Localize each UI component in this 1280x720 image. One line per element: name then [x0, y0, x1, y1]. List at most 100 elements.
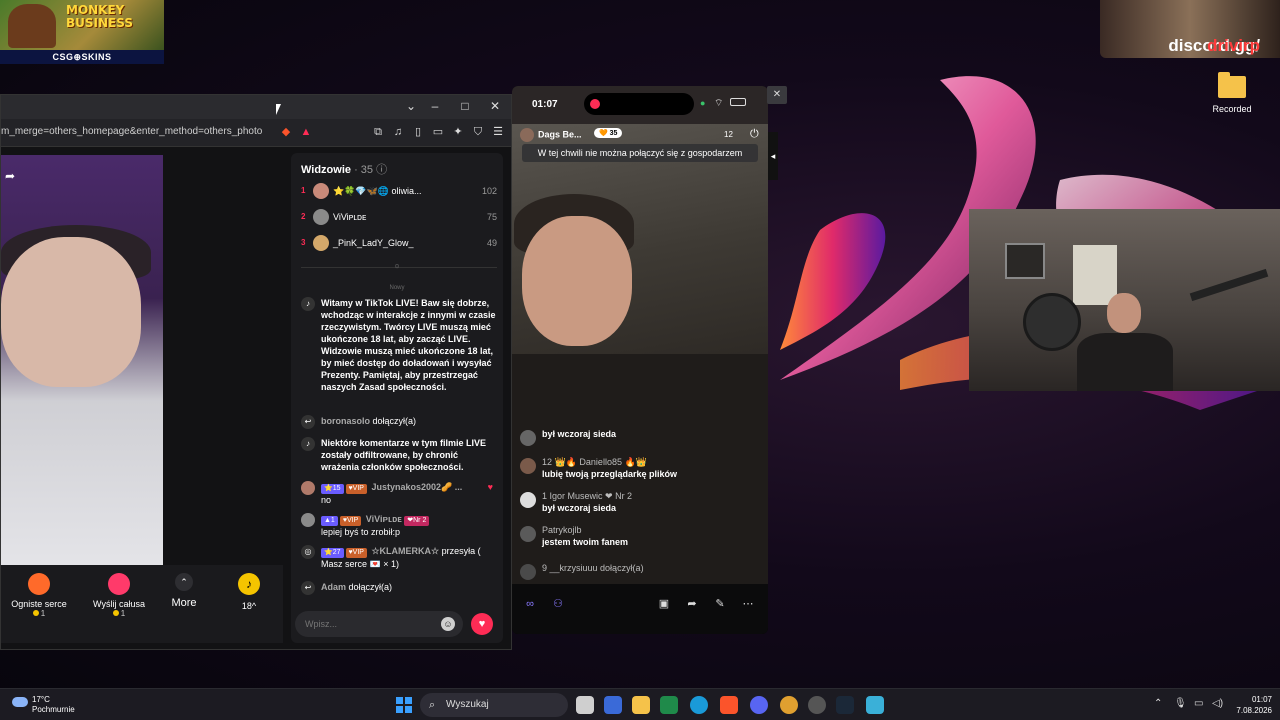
link-icon[interactable]: ∞ — [520, 594, 540, 614]
coins-button[interactable]: ♪ 18^ — [221, 573, 277, 611]
magic-wand-icon[interactable]: ✎ — [710, 594, 730, 614]
gift-cost: 1 — [1, 609, 77, 618]
phone-close-button[interactable]: ✕ — [767, 86, 787, 104]
avatar — [520, 492, 536, 508]
weather-temp: 17°C — [32, 695, 50, 704]
chrome-icon[interactable] — [780, 696, 798, 714]
wall-picture — [1005, 243, 1045, 279]
viewer-count: 12 — [724, 130, 733, 139]
guests-icon[interactable]: ⚇ — [548, 594, 568, 614]
vpn-shield-icon[interactable]: ⛉ — [471, 125, 485, 139]
phone-mirror-window: 01:07 ● ⌔ Dags Be... 🧡 35 12 ⏻ W tej chw… — [512, 86, 768, 634]
coins-label: 18^ — [241, 601, 257, 611]
side-collapse-handle[interactable]: ◂ — [768, 132, 778, 180]
tiktok-icon: ♪ — [301, 297, 315, 311]
taskbar: 17°C Pochmurnie ⌕ Wyszukaj ⌃ 🎙︎ ▭ ◁) 01:0… — [0, 688, 1280, 720]
chevron-down-icon[interactable]: ⌄ — [403, 99, 419, 113]
menu-icon[interactable]: ☰ — [491, 125, 505, 139]
steam-icon[interactable] — [836, 696, 854, 714]
tiktok-icon: ♪ — [301, 437, 315, 451]
viewer-row[interactable]: 3 _PinK_LadY_Glow_ 49 — [301, 235, 497, 253]
leo-ai-icon[interactable]: ✦ — [451, 125, 465, 139]
join-icon: ↩ — [301, 415, 315, 429]
url-text[interactable]: m_merge=others_homepage&enter_method=oth… — [1, 126, 262, 137]
address-bar[interactable]: m_merge=others_homepage&enter_method=oth… — [1, 119, 511, 147]
chat-message[interactable]: ⭐15 ♥VIP Justynakos2002🥜 ... no ♥ — [301, 481, 497, 506]
gift-cost: 1 — [81, 609, 157, 618]
microphone-icon[interactable]: 🎙︎ — [1174, 698, 1187, 709]
search-icon: ⌕ — [429, 699, 436, 711]
avatar — [520, 430, 536, 446]
extensions-icon[interactable]: ⧉ — [371, 125, 385, 139]
phone-live-video[interactable] — [512, 124, 768, 584]
file-explorer-icon[interactable] — [632, 696, 650, 714]
viewer-row[interactable]: 1 ⭐🍀💎🦋🌐 oliwia... 102 — [301, 183, 497, 201]
avatar — [313, 183, 329, 199]
obs-icon[interactable] — [808, 696, 826, 714]
maximize-button[interactable]: □ — [457, 99, 473, 113]
gift-fire-heart[interactable]: Ogniste serce 1 — [1, 573, 77, 618]
like-heart-button[interactable]: ♥ — [471, 613, 493, 635]
stream-overlay-sponsor: MONKEY BUSINESS CSG⊕SKINS — [0, 0, 164, 64]
kiss-lips-icon — [108, 573, 130, 595]
more-gifts-button[interactable]: ⌃ More — [161, 573, 207, 609]
webcam-feed — [969, 209, 1280, 391]
store-icon[interactable] — [604, 696, 622, 714]
dot-icon: ● — [700, 98, 706, 108]
streamer — [1077, 293, 1173, 391]
task-view-icon[interactable] — [576, 696, 594, 714]
phone-chat-message: Patrykojlb jestem twoim fanem — [520, 524, 760, 548]
network-icon[interactable]: ▭ — [1194, 698, 1203, 709]
rewards-triangle-icon[interactable]: ▲ — [299, 125, 313, 139]
desktop-icon-recorded[interactable]: Recorded — [1206, 72, 1258, 114]
windows-start-icon[interactable] — [396, 697, 412, 713]
discord-icon[interactable] — [750, 696, 768, 714]
more-options-icon[interactable]: ⋯ — [738, 594, 758, 614]
system-clock[interactable]: 01:07 7.08.2026 — [1236, 694, 1272, 716]
live-video[interactable]: ➦ — [1, 155, 163, 565]
sponsor-title: MONKEY BUSINESS — [66, 3, 133, 30]
chat-input[interactable] — [295, 611, 463, 637]
close-button[interactable]: ✕ — [487, 99, 503, 113]
share-icon[interactable]: ➦ — [5, 169, 15, 183]
share-icon[interactable]: ➦ — [682, 594, 702, 614]
app-icon[interactable] — [866, 696, 884, 714]
desktop-icon-label: Recorded — [1212, 104, 1252, 114]
cloud-icon — [12, 697, 28, 707]
volume-icon[interactable]: ◁) — [1212, 698, 1223, 709]
excel-icon[interactable] — [660, 696, 678, 714]
viewers-chat-panel: Widzowie · 35 ⓘ 1 ⭐🍀💎🦋🌐 oliwia... 102 2 … — [291, 153, 503, 643]
chat-message[interactable]: ▲1 ♥VIP ViViᴘʟᴅᴇ ❤Nr 2 lepiej byś to zrob… — [301, 513, 497, 538]
phone-chat-message: był wczoraj sieda — [520, 428, 760, 446]
avatar — [520, 128, 534, 142]
system-message: ♪ Niektóre komentarze w tym filmie LIVE … — [301, 437, 497, 473]
edge-icon[interactable] — [690, 696, 708, 714]
browser-titlebar[interactable]: ⌄ – □ ✕ — [1, 95, 511, 119]
emoji-icon[interactable]: ☺ — [441, 617, 455, 631]
brave-shield-icon[interactable]: ◆ — [279, 125, 293, 139]
mouse-cursor-icon — [276, 104, 281, 115]
tiktok-coin-icon: ♪ — [238, 573, 260, 595]
brave-icon[interactable] — [720, 696, 738, 714]
minimize-button[interactable]: – — [427, 99, 443, 113]
streamer-face — [1, 237, 141, 387]
viewer-row[interactable]: 2 ViViᴘʟᴅᴇ 75 — [301, 209, 497, 227]
gift-kiss[interactable]: Wyślij całusa 1 — [81, 573, 157, 618]
chat-gift-message[interactable]: ◎ ⭐27 ♥VIP ☆KLAMERKA☆ przesyła ( Masz ser… — [301, 545, 497, 570]
host-info[interactable]: Dags Be... — [520, 128, 582, 142]
comment-icon[interactable]: ▣ — [654, 594, 674, 614]
chevron-up-icon[interactable]: ⌃ — [1154, 698, 1162, 709]
phone-time: 01:07 — [532, 99, 558, 110]
weather-widget[interactable]: 17°C Pochmurnie — [12, 695, 75, 715]
taskbar-search[interactable]: ⌕ Wyszukaj — [420, 693, 568, 717]
reading-list-icon[interactable]: ▭ — [431, 125, 445, 139]
power-icon[interactable]: ⏻ — [750, 128, 759, 141]
gift-label: Wyślij całusa — [93, 599, 145, 609]
wifi-icon: ⌔ — [714, 98, 724, 109]
clock-date: 7.08.2026 — [1236, 706, 1272, 715]
phone-chat-message: 1 Igor Musewic ❤ Nr 2 był wczoraj sieda — [520, 490, 760, 514]
sidebar-icon[interactable]: ▯ — [411, 125, 425, 139]
tiktok-live-page: ➦ Ogniste serce 1 Wyślij całusa 1 ⌃ More… — [1, 147, 511, 649]
system-message: ♪ Witamy w TikTok LIVE! Baw się dobrze, … — [301, 297, 497, 393]
music-icon[interactable]: ♫ — [391, 125, 405, 139]
